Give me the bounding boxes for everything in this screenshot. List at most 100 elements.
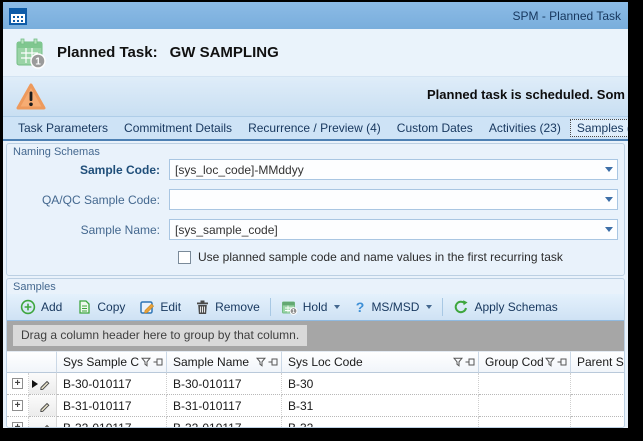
add-button[interactable]: Add bbox=[13, 296, 69, 318]
tab-bar: Task Parameters Commitment Details Recur… bbox=[3, 117, 628, 141]
cell-group-code[interactable] bbox=[479, 373, 571, 395]
sample-name-combo[interactable]: [sys_sample_code] bbox=[169, 219, 618, 240]
sample-name-value: [sys_sample_code] bbox=[175, 222, 278, 237]
msmsd-button[interactable]: ? MS/MSD bbox=[347, 296, 439, 318]
page-title: Planned Task: GW SAMPLING bbox=[57, 44, 279, 61]
cell-sys-sample-code[interactable]: B-31-010117 bbox=[57, 395, 167, 417]
toolbar-separator bbox=[269, 298, 271, 316]
table-row[interactable]: + B-30-010117 B-30-010117 B-30 bbox=[7, 373, 624, 395]
toolbar-separator bbox=[442, 298, 444, 316]
trash-icon bbox=[197, 300, 209, 314]
cell-parent-sample[interactable] bbox=[571, 395, 624, 417]
naming-schemas-group: Naming Schemas Sample Code: [sys_loc_cod… bbox=[6, 143, 625, 276]
chevron-down-icon[interactable] bbox=[600, 167, 617, 172]
grid-header-row: Sys Sample Code Sample Name Sys Loc Code bbox=[7, 351, 624, 373]
sample-name-label: Sample Name: bbox=[80, 222, 160, 237]
sample-code-value: [sys_loc_code]-MMddyy bbox=[175, 162, 304, 177]
cell-parent-sample[interactable] bbox=[571, 417, 624, 427]
edit-label: Edit bbox=[160, 300, 182, 314]
funnel-icon[interactable] bbox=[256, 357, 266, 367]
tab-commitment-details[interactable]: Commitment Details bbox=[117, 119, 239, 137]
funnel-icon[interactable] bbox=[453, 357, 463, 367]
cell-sys-loc-code[interactable]: B-32 bbox=[282, 417, 479, 427]
row-expand-cell[interactable]: + bbox=[7, 395, 29, 417]
sample-code-combo[interactable]: [sys_loc_code]-MMddyy bbox=[169, 159, 618, 180]
sample-code-row: Sample Code: [sys_loc_code]-MMddyy bbox=[7, 159, 618, 180]
titlebar: SPM - Planned Task bbox=[3, 2, 628, 29]
apply-schemas-button[interactable]: Apply Schemas bbox=[446, 296, 564, 318]
cell-sys-sample-code[interactable]: B-30-010117 bbox=[57, 373, 167, 395]
cell-group-code[interactable] bbox=[479, 417, 571, 427]
calendar-badge-icon: 1 bbox=[281, 301, 298, 315]
funnel-icon[interactable] bbox=[141, 357, 151, 367]
column-header-sys-loc-code[interactable]: Sys Loc Code bbox=[282, 351, 479, 373]
tab-task-parameters[interactable]: Task Parameters bbox=[11, 119, 115, 137]
question-mark-icon: ? bbox=[356, 299, 365, 315]
pushpin-icon[interactable] bbox=[465, 357, 475, 367]
sample-name-row: Sample Name: [sys_sample_code] bbox=[7, 219, 618, 240]
tab-activities[interactable]: Activities (23) bbox=[482, 119, 568, 137]
table-row[interactable]: + B-31-010117 B-31-010117 B-31 bbox=[7, 395, 624, 417]
column-header-sample-name[interactable]: Sample Name bbox=[167, 351, 282, 373]
svg-text:1: 1 bbox=[292, 309, 295, 315]
pencil-square-icon bbox=[140, 301, 155, 314]
pushpin-icon[interactable] bbox=[557, 357, 567, 367]
tab-samples[interactable]: Samples (25) bbox=[569, 119, 628, 137]
cell-group-code[interactable] bbox=[479, 395, 571, 417]
document-icon bbox=[79, 300, 91, 314]
plus-box-icon[interactable]: + bbox=[12, 422, 23, 427]
cell-sys-sample-code[interactable]: B-32-010117 bbox=[57, 417, 167, 427]
group-by-hint: Drag a column header here to group by th… bbox=[13, 325, 308, 346]
grid-header-blank bbox=[7, 351, 57, 373]
column-header-sys-sample-code[interactable]: Sys Sample Code bbox=[57, 351, 167, 373]
hold-button[interactable]: 1 Hold bbox=[274, 296, 348, 318]
use-planned-values-checkbox[interactable] bbox=[178, 250, 191, 264]
chevron-down-icon[interactable] bbox=[600, 227, 617, 232]
row-expand-cell[interactable]: + bbox=[7, 417, 29, 427]
cell-sample-name[interactable]: B-32-010117 bbox=[167, 417, 282, 427]
svg-text:?: ? bbox=[356, 299, 365, 315]
edit-button[interactable]: Edit bbox=[132, 296, 188, 318]
tab-custom-dates[interactable]: Custom Dates bbox=[390, 119, 480, 137]
pushpin-icon[interactable] bbox=[153, 357, 163, 367]
cell-sample-name[interactable]: B-31-010117 bbox=[167, 395, 282, 417]
cell-sys-loc-code[interactable]: B-31 bbox=[282, 395, 479, 417]
qaqc-sample-code-combo[interactable] bbox=[169, 189, 618, 210]
column-title: Group Code bbox=[485, 355, 543, 369]
table-row[interactable]: + B-32-010117 B-32-010117 B-32 bbox=[7, 417, 624, 427]
page-header: 1 Planned Task: GW SAMPLING bbox=[3, 29, 628, 77]
cell-sample-name[interactable]: B-30-010117 bbox=[167, 373, 282, 395]
group-by-panel[interactable]: Drag a column header here to group by th… bbox=[7, 321, 624, 351]
plus-circle-icon bbox=[20, 299, 36, 315]
sample-code-label: Sample Code: bbox=[79, 162, 160, 177]
chevron-down-icon bbox=[426, 305, 433, 309]
refresh-arrow-icon bbox=[455, 300, 469, 314]
funnel-icon[interactable] bbox=[545, 357, 555, 367]
tab-recurrence-preview[interactable]: Recurrence / Preview (4) bbox=[241, 119, 388, 137]
row-indicator-cell bbox=[29, 395, 57, 417]
warning-banner: Planned task is scheduled. Som bbox=[3, 77, 628, 117]
app-calendar-icon bbox=[8, 6, 28, 26]
column-title: Sys Sample Code bbox=[63, 355, 139, 369]
column-header-parent-sample[interactable]: Parent Sa bbox=[571, 351, 624, 373]
samples-toolbar: Add Copy Edit Remove 1 Hold ? MS/MSD App… bbox=[7, 294, 624, 321]
add-label: Add bbox=[41, 300, 63, 314]
copy-button[interactable]: Copy bbox=[69, 296, 132, 318]
window-title: SPM - Planned Task bbox=[512, 8, 622, 23]
remove-label: Remove bbox=[215, 300, 260, 314]
cell-parent-sample[interactable] bbox=[571, 373, 624, 395]
plus-box-icon[interactable]: + bbox=[12, 400, 23, 411]
qaqc-sample-code-label: QA/QC Sample Code: bbox=[41, 192, 160, 207]
pushpin-icon[interactable] bbox=[268, 357, 278, 367]
msmsd-label: MS/MSD bbox=[371, 300, 420, 314]
plus-box-icon[interactable]: + bbox=[12, 378, 23, 389]
samples-grid: Sys Sample Code Sample Name Sys Loc Code bbox=[7, 351, 624, 427]
column-title: Sample Name bbox=[173, 355, 250, 369]
cell-sys-loc-code[interactable]: B-30 bbox=[282, 373, 479, 395]
remove-button[interactable]: Remove bbox=[188, 296, 267, 318]
row-expand-cell[interactable]: + bbox=[7, 373, 29, 395]
column-header-group-code[interactable]: Group Code bbox=[479, 351, 571, 373]
hold-label: Hold bbox=[302, 300, 328, 314]
samples-group: Samples Add Copy Edit Remove 1 Hold ? MS… bbox=[6, 278, 625, 428]
chevron-down-icon[interactable] bbox=[600, 197, 617, 202]
